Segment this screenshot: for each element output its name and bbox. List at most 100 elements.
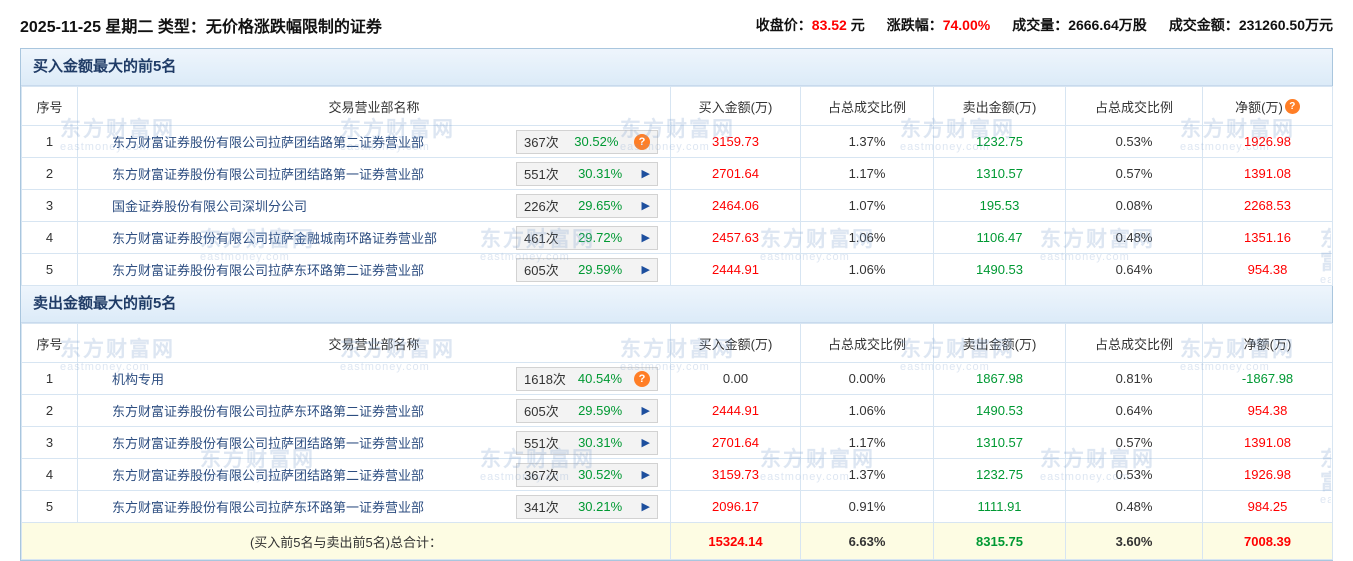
branch-name-link[interactable]: 东方财富证券股份有限公司拉萨团结路第二证券营业部: [112, 468, 424, 483]
close-price-label: 收盘价：: [756, 17, 812, 33]
net-amount: -1867.98: [1203, 363, 1333, 395]
grand-total-row: (买入前5名与卖出前5名)总合计： 15324.14 6.63% 8315.75…: [22, 523, 1333, 560]
branch-name-link[interactable]: 东方财富证券股份有限公司拉萨东环路第二证券营业部: [112, 263, 424, 278]
sell-amount: 1111.91: [934, 491, 1066, 523]
branch-cell: 东方财富证券股份有限公司拉萨金融城南环路证券营业部 461次29.72%: [78, 222, 671, 254]
branch-name-link[interactable]: 东方财富证券股份有限公司拉萨团结路第一证券营业部: [112, 167, 424, 182]
expand-arrow-icon[interactable]: [642, 199, 650, 212]
expand-arrow-icon[interactable]: [642, 404, 650, 417]
table-row: 5 东方财富证券股份有限公司拉萨东环路第一证券营业部 341次30.21% 20…: [22, 491, 1333, 523]
col-sell-amount: 卖出金额(万): [934, 87, 1066, 126]
buy-ratio: 1.06%: [801, 222, 934, 254]
sell-ratio: 0.64%: [1066, 254, 1203, 286]
visits-badge[interactable]: 341次30.21%: [516, 495, 658, 519]
expand-arrow-icon[interactable]: [642, 436, 650, 449]
sell-amount: 195.53: [934, 190, 1066, 222]
visits-count: 226次: [524, 196, 559, 215]
net-help-icon[interactable]: [1285, 99, 1300, 114]
branch-name-link[interactable]: 东方财富证券股份有限公司拉萨团结路第二证券营业部: [112, 135, 424, 150]
col-sell-ratio: 占总成交比例: [1066, 87, 1203, 126]
branch-cell: 机构专用 1618次40.54%: [78, 363, 671, 395]
visits-count: 461次: [524, 228, 559, 247]
expand-arrow-icon[interactable]: [642, 468, 650, 481]
win-ratio: 30.31%: [578, 166, 622, 181]
table-row: 5 东方财富证券股份有限公司拉萨东环路第二证券营业部 605次29.59% 24…: [22, 254, 1333, 286]
sell-ratio: 0.64%: [1066, 395, 1203, 427]
volume-value: 2666.64万股: [1068, 17, 1147, 33]
buy-ratio: 0.00%: [801, 363, 934, 395]
expand-arrow-icon[interactable]: [642, 263, 650, 276]
change-stat: 涨跌幅：74.00%: [887, 15, 990, 35]
buy-ratio: 1.06%: [801, 254, 934, 286]
col-buy-ratio: 占总成交比例: [801, 87, 934, 126]
expand-arrow-icon[interactable]: [642, 231, 650, 244]
net-amount: 1391.08: [1203, 427, 1333, 459]
change-label: 涨跌幅：: [887, 17, 943, 33]
buy-amount: 2464.06: [671, 190, 801, 222]
buy-amount: 2444.91: [671, 395, 801, 427]
branch-cell: 东方财富证券股份有限公司拉萨团结路第二证券营业部 367次30.52%: [78, 126, 671, 158]
branch-name-link[interactable]: 东方财富证券股份有限公司拉萨团结路第一证券营业部: [112, 436, 424, 451]
win-ratio: 29.59%: [578, 403, 622, 418]
sell-amount: 1490.53: [934, 254, 1066, 286]
col-buy-ratio: 占总成交比例: [801, 324, 934, 363]
visits-count: 551次: [524, 164, 559, 183]
sell-amount: 1867.98: [934, 363, 1066, 395]
visits-badge[interactable]: 1618次40.54%: [516, 367, 658, 391]
visits-badge[interactable]: 605次29.59%: [516, 258, 658, 282]
total-buy-amount: 15324.14: [671, 523, 801, 560]
buy-amount: 0.00: [671, 363, 801, 395]
branch-cell: 国金证券股份有限公司深圳分公司 226次 29.65%: [78, 190, 671, 222]
visits-badge[interactable]: 367次30.52%: [516, 130, 658, 154]
close-price-value: 83.52: [812, 17, 847, 33]
visits-badge[interactable]: 551次30.31%: [516, 431, 658, 455]
branch-cell: 东方财富证券股份有限公司拉萨团结路第一证券营业部 551次 30.31%: [78, 158, 671, 190]
table-row: 2 东方财富证券股份有限公司拉萨东环路第二证券营业部 605次29.59% 24…: [22, 395, 1333, 427]
sell-ratio: 0.48%: [1066, 491, 1203, 523]
branch-cell: 东方财富证券股份有限公司拉萨东环路第二证券营业部 605次29.59%: [78, 254, 671, 286]
col-seq: 序号: [22, 87, 78, 126]
visits-badge[interactable]: 226次 29.65%: [516, 194, 658, 218]
branch-name-link[interactable]: 东方财富证券股份有限公司拉萨金融城南环路证券营业部: [112, 231, 437, 246]
branch-cell: 东方财富证券股份有限公司拉萨团结路第一证券营业部 551次30.31%: [78, 427, 671, 459]
expand-arrow-icon[interactable]: [642, 500, 650, 513]
sell-ratio: 0.81%: [1066, 363, 1203, 395]
row-seq: 5: [22, 254, 78, 286]
col-branch-name: 交易营业部名称: [78, 87, 671, 126]
buy-amount: 2457.63: [671, 222, 801, 254]
buy-amount: 2701.64: [671, 158, 801, 190]
col-net-amount: 净额(万): [1203, 87, 1333, 126]
question-icon[interactable]: [634, 371, 650, 387]
total-sell-amount: 8315.75: [934, 523, 1066, 560]
total-sell-ratio: 3.60%: [1066, 523, 1203, 560]
win-ratio: 29.59%: [578, 262, 622, 277]
branch-name-link[interactable]: 东方财富证券股份有限公司拉萨东环路第一证券营业部: [112, 500, 424, 515]
total-net-amount: 7008.39: [1203, 523, 1333, 560]
win-ratio: 30.52%: [578, 467, 622, 482]
question-icon[interactable]: [634, 134, 650, 150]
branch-name-link[interactable]: 机构专用: [112, 372, 164, 387]
visits-badge[interactable]: 605次29.59%: [516, 399, 658, 423]
expand-arrow-icon[interactable]: [642, 167, 650, 180]
visits-count: 367次: [524, 465, 559, 484]
col-buy-amount: 买入金额(万): [671, 324, 801, 363]
branch-cell: 东方财富证券股份有限公司拉萨东环路第一证券营业部 341次30.21%: [78, 491, 671, 523]
visits-badge[interactable]: 551次 30.31%: [516, 162, 658, 186]
branch-cell: 东方财富证券股份有限公司拉萨团结路第二证券营业部 367次 30.52%: [78, 459, 671, 491]
branch-name-link[interactable]: 东方财富证券股份有限公司拉萨东环路第二证券营业部: [112, 404, 424, 419]
win-ratio: 30.21%: [578, 499, 622, 514]
buy-amount: 2701.64: [671, 427, 801, 459]
row-seq: 2: [22, 158, 78, 190]
win-ratio: 29.65%: [578, 198, 622, 213]
buy-amount: 2444.91: [671, 254, 801, 286]
visits-count: 551次: [524, 433, 559, 452]
row-seq: 1: [22, 363, 78, 395]
page-title: 2025-11-25 星期二 类型：无价格涨跌幅限制的证券: [20, 13, 382, 37]
volume-label: 成交量：: [1012, 17, 1068, 33]
amount-stat: 成交金额：231260.50万元: [1169, 15, 1333, 35]
table-row: 4 东方财富证券股份有限公司拉萨团结路第二证券营业部 367次30.52% 31…: [22, 459, 1333, 491]
visits-count: 367次: [524, 132, 559, 151]
visits-badge[interactable]: 367次 30.52%: [516, 463, 658, 487]
visits-badge[interactable]: 461次29.72%: [516, 226, 658, 250]
branch-name-link[interactable]: 国金证券股份有限公司深圳分公司: [112, 199, 307, 214]
